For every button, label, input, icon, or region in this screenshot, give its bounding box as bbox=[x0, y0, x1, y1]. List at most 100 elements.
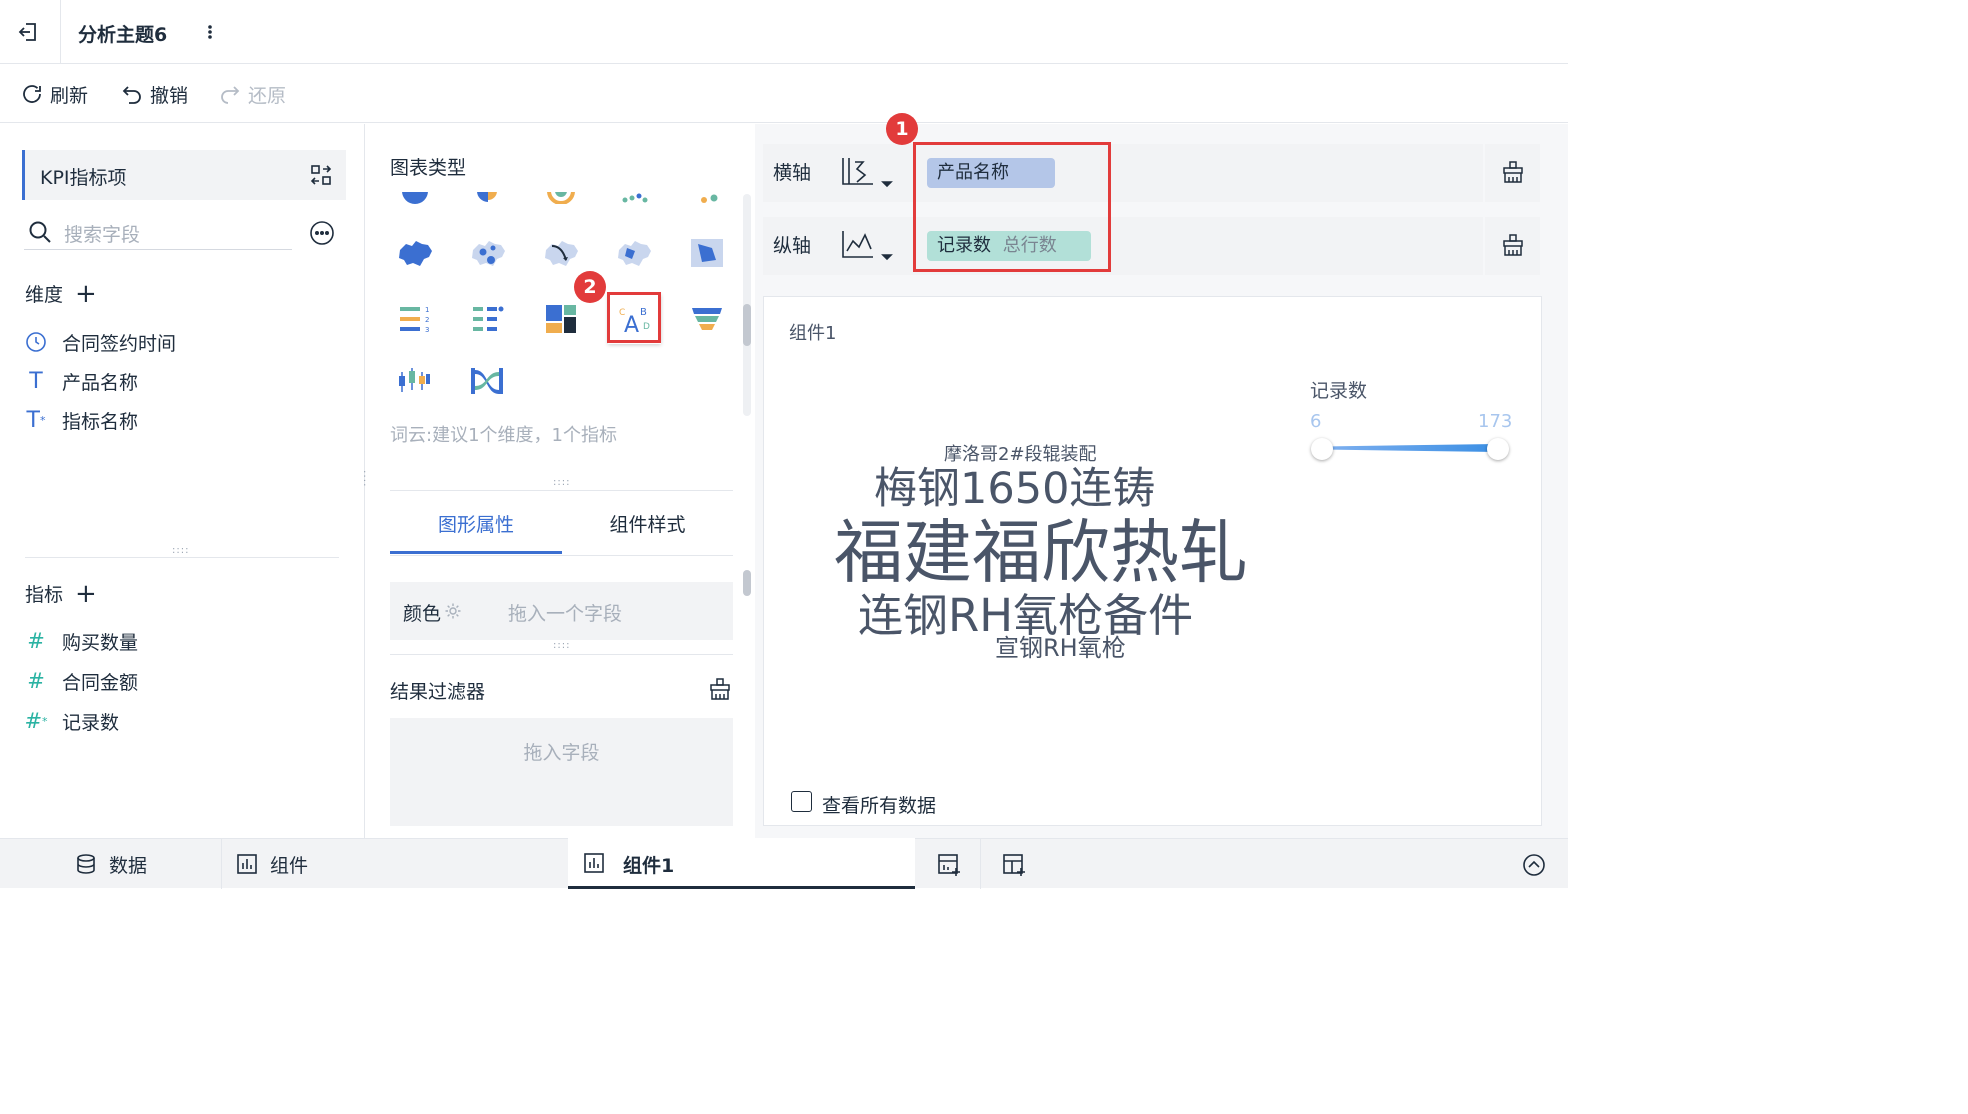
divider bbox=[60, 0, 61, 64]
measure-label: 合同金额 bbox=[62, 671, 139, 694]
filter-drop-zone[interactable]: 拖入字段 bbox=[390, 718, 733, 826]
redo-button[interactable]: 还原 bbox=[218, 65, 286, 123]
legend-max: 173 bbox=[1478, 411, 1513, 432]
field-panel: KPI指标项 搜索字段 维度 + 合同签约时间 T 产品名称 T * 指标名称 :… bbox=[0, 124, 365, 838]
resize-handle[interactable]: :::: bbox=[172, 545, 189, 556]
tab-data-label: 数据 bbox=[109, 854, 148, 877]
tab-components[interactable]: 组件 bbox=[236, 839, 308, 889]
tab-component1-label: 组件1 bbox=[623, 855, 675, 877]
y-axis-filter-button[interactable] bbox=[1485, 217, 1540, 275]
point-map-icon[interactable] bbox=[469, 236, 507, 270]
more-vertical-icon[interactable] bbox=[200, 20, 220, 44]
y-axis-label: 纵轴 bbox=[773, 235, 812, 257]
filter-brush-icon[interactable] bbox=[708, 677, 732, 701]
color-drop-zone[interactable]: 拖入一个字段 bbox=[508, 599, 622, 626]
tab-component-style[interactable]: 组件样式 bbox=[562, 504, 733, 554]
more-options-icon[interactable] bbox=[309, 220, 335, 246]
word-cloud-word[interactable]: 梅钢1650连铸 bbox=[874, 468, 1155, 511]
legend-max-handle[interactable] bbox=[1487, 438, 1509, 460]
axis-type-icon[interactable] bbox=[839, 156, 895, 192]
region-map-icon[interactable] bbox=[396, 236, 434, 270]
word-cloud-word[interactable]: 福建福欣热轧 bbox=[834, 519, 1248, 588]
resize-handle[interactable]: :::: bbox=[553, 477, 570, 488]
rose-chart-icon[interactable] bbox=[473, 192, 503, 204]
resize-handle[interactable]: :::: bbox=[553, 640, 570, 651]
refresh-button[interactable]: 刷新 bbox=[20, 65, 88, 123]
canvas-area: 横轴 产品名称 纵轴 记录数 总行数 组件1 记录数 6 173 摩洛哥2#段辊… bbox=[755, 124, 1568, 838]
result-filter-title: 结果过滤器 bbox=[390, 681, 486, 703]
search-icon bbox=[28, 220, 52, 244]
undo-button[interactable]: 撤销 bbox=[120, 65, 188, 123]
add-dimension-icon[interactable]: + bbox=[75, 281, 97, 307]
scrollbar-thumb[interactable] bbox=[743, 304, 751, 346]
add-dashboard-icon[interactable] bbox=[1002, 853, 1026, 877]
switch-icon[interactable] bbox=[309, 163, 333, 187]
exit-icon[interactable] bbox=[16, 20, 40, 44]
word-cloud-word[interactable]: 摩洛哥2#段辊装配 bbox=[944, 446, 1097, 464]
kpi-selector[interactable]: KPI指标项 bbox=[22, 150, 346, 200]
tab-components-label: 组件 bbox=[270, 854, 309, 877]
dimension-item[interactable]: T 产品名称 bbox=[24, 364, 138, 398]
color-label: 颜色 bbox=[403, 603, 442, 625]
divider bbox=[221, 839, 222, 889]
candlestick-chart-icon[interactable] bbox=[396, 366, 432, 396]
component-card: 组件1 记录数 6 173 摩洛哥2#段辊装配 梅钢1650连铸 福建福欣热轧 … bbox=[763, 296, 1542, 826]
axis-type-icon[interactable] bbox=[839, 229, 895, 265]
undo-icon bbox=[120, 82, 144, 106]
funnel-chart-icon[interactable] bbox=[690, 304, 724, 334]
x-axis-shelf[interactable]: 横轴 bbox=[763, 144, 1483, 202]
divider bbox=[390, 555, 733, 556]
measure-item[interactable]: # 购买数量 bbox=[24, 624, 138, 658]
x-axis-filter-button[interactable] bbox=[1485, 144, 1540, 202]
word-cloud-word[interactable]: 宣钢RH氧枪 bbox=[995, 636, 1126, 660]
number-type-icon: # bbox=[27, 629, 45, 653]
bar-chart-icon bbox=[236, 853, 258, 875]
heat-map-geo-icon[interactable] bbox=[615, 236, 653, 270]
legend-title: 记录数 bbox=[1310, 380, 1368, 402]
legend-gradient bbox=[1322, 444, 1497, 452]
divider bbox=[390, 490, 733, 491]
color-encoding-row[interactable]: 颜色 拖入一个字段 bbox=[390, 582, 733, 640]
search-input[interactable]: 搜索字段 bbox=[64, 220, 140, 247]
add-component-icon[interactable] bbox=[937, 853, 961, 877]
text-type-calc-icon: T * bbox=[26, 407, 46, 433]
chart-type-hint: 词云:建议1个维度，1个指标 bbox=[390, 425, 617, 446]
tab-data[interactable]: 数据 bbox=[75, 839, 147, 889]
bottom-tab-bar: 数据 组件 组件1 bbox=[0, 838, 1568, 889]
chart-type-scrollbar[interactable] bbox=[743, 194, 751, 416]
component-title: 组件1 bbox=[789, 323, 837, 344]
word-cloud-word[interactable]: 连钢RH氧枪备件 bbox=[858, 593, 1193, 638]
sunburst-chart-icon[interactable] bbox=[546, 192, 576, 204]
indicator-list-icon[interactable] bbox=[471, 304, 505, 334]
dimension-item[interactable]: T * 指标名称 bbox=[24, 403, 139, 437]
measure-label: 购买数量 bbox=[62, 631, 139, 654]
settings-gear-icon[interactable] bbox=[444, 602, 462, 620]
measure-item[interactable]: # * 记录数 bbox=[24, 704, 119, 738]
show-all-checkbox[interactable] bbox=[791, 791, 812, 812]
text-type-icon: T bbox=[29, 368, 43, 394]
measure-item[interactable]: # 合同金额 bbox=[24, 664, 138, 698]
sankey-chart-icon[interactable] bbox=[470, 366, 504, 396]
tab-graphic-properties[interactable]: 图形属性 bbox=[390, 504, 562, 554]
legend-min-handle[interactable] bbox=[1311, 438, 1333, 460]
ranking-list-icon[interactable]: 1 2 3 bbox=[398, 304, 432, 334]
dimension-item[interactable]: 合同签约时间 bbox=[24, 325, 176, 359]
legend-gradient-slider[interactable] bbox=[1322, 441, 1497, 455]
treemap-icon[interactable] bbox=[544, 303, 578, 335]
scatter-chart-icon[interactable] bbox=[619, 192, 649, 204]
custom-map-icon[interactable] bbox=[688, 236, 726, 270]
bubble-chart-icon[interactable] bbox=[692, 192, 722, 204]
search-field[interactable]: 搜索字段 bbox=[24, 216, 292, 250]
chevron-up-circle-icon[interactable] bbox=[1522, 853, 1546, 877]
annotation-badge-1: 1 bbox=[886, 113, 918, 145]
flow-map-icon[interactable] bbox=[542, 236, 580, 270]
page-title: 分析主题6 bbox=[78, 24, 168, 46]
pie-chart-icon[interactable] bbox=[400, 192, 430, 204]
add-measure-icon[interactable]: + bbox=[75, 581, 97, 607]
annotation-highlight-wordcloud bbox=[607, 292, 661, 343]
x-axis-label: 横轴 bbox=[773, 162, 812, 184]
tab-component1-active[interactable]: 组件1 bbox=[568, 838, 915, 889]
annotation-highlight-axes bbox=[913, 142, 1111, 272]
y-axis-shelf[interactable]: 纵轴 bbox=[763, 217, 1483, 275]
config-scrollbar-thumb[interactable] bbox=[743, 570, 751, 596]
